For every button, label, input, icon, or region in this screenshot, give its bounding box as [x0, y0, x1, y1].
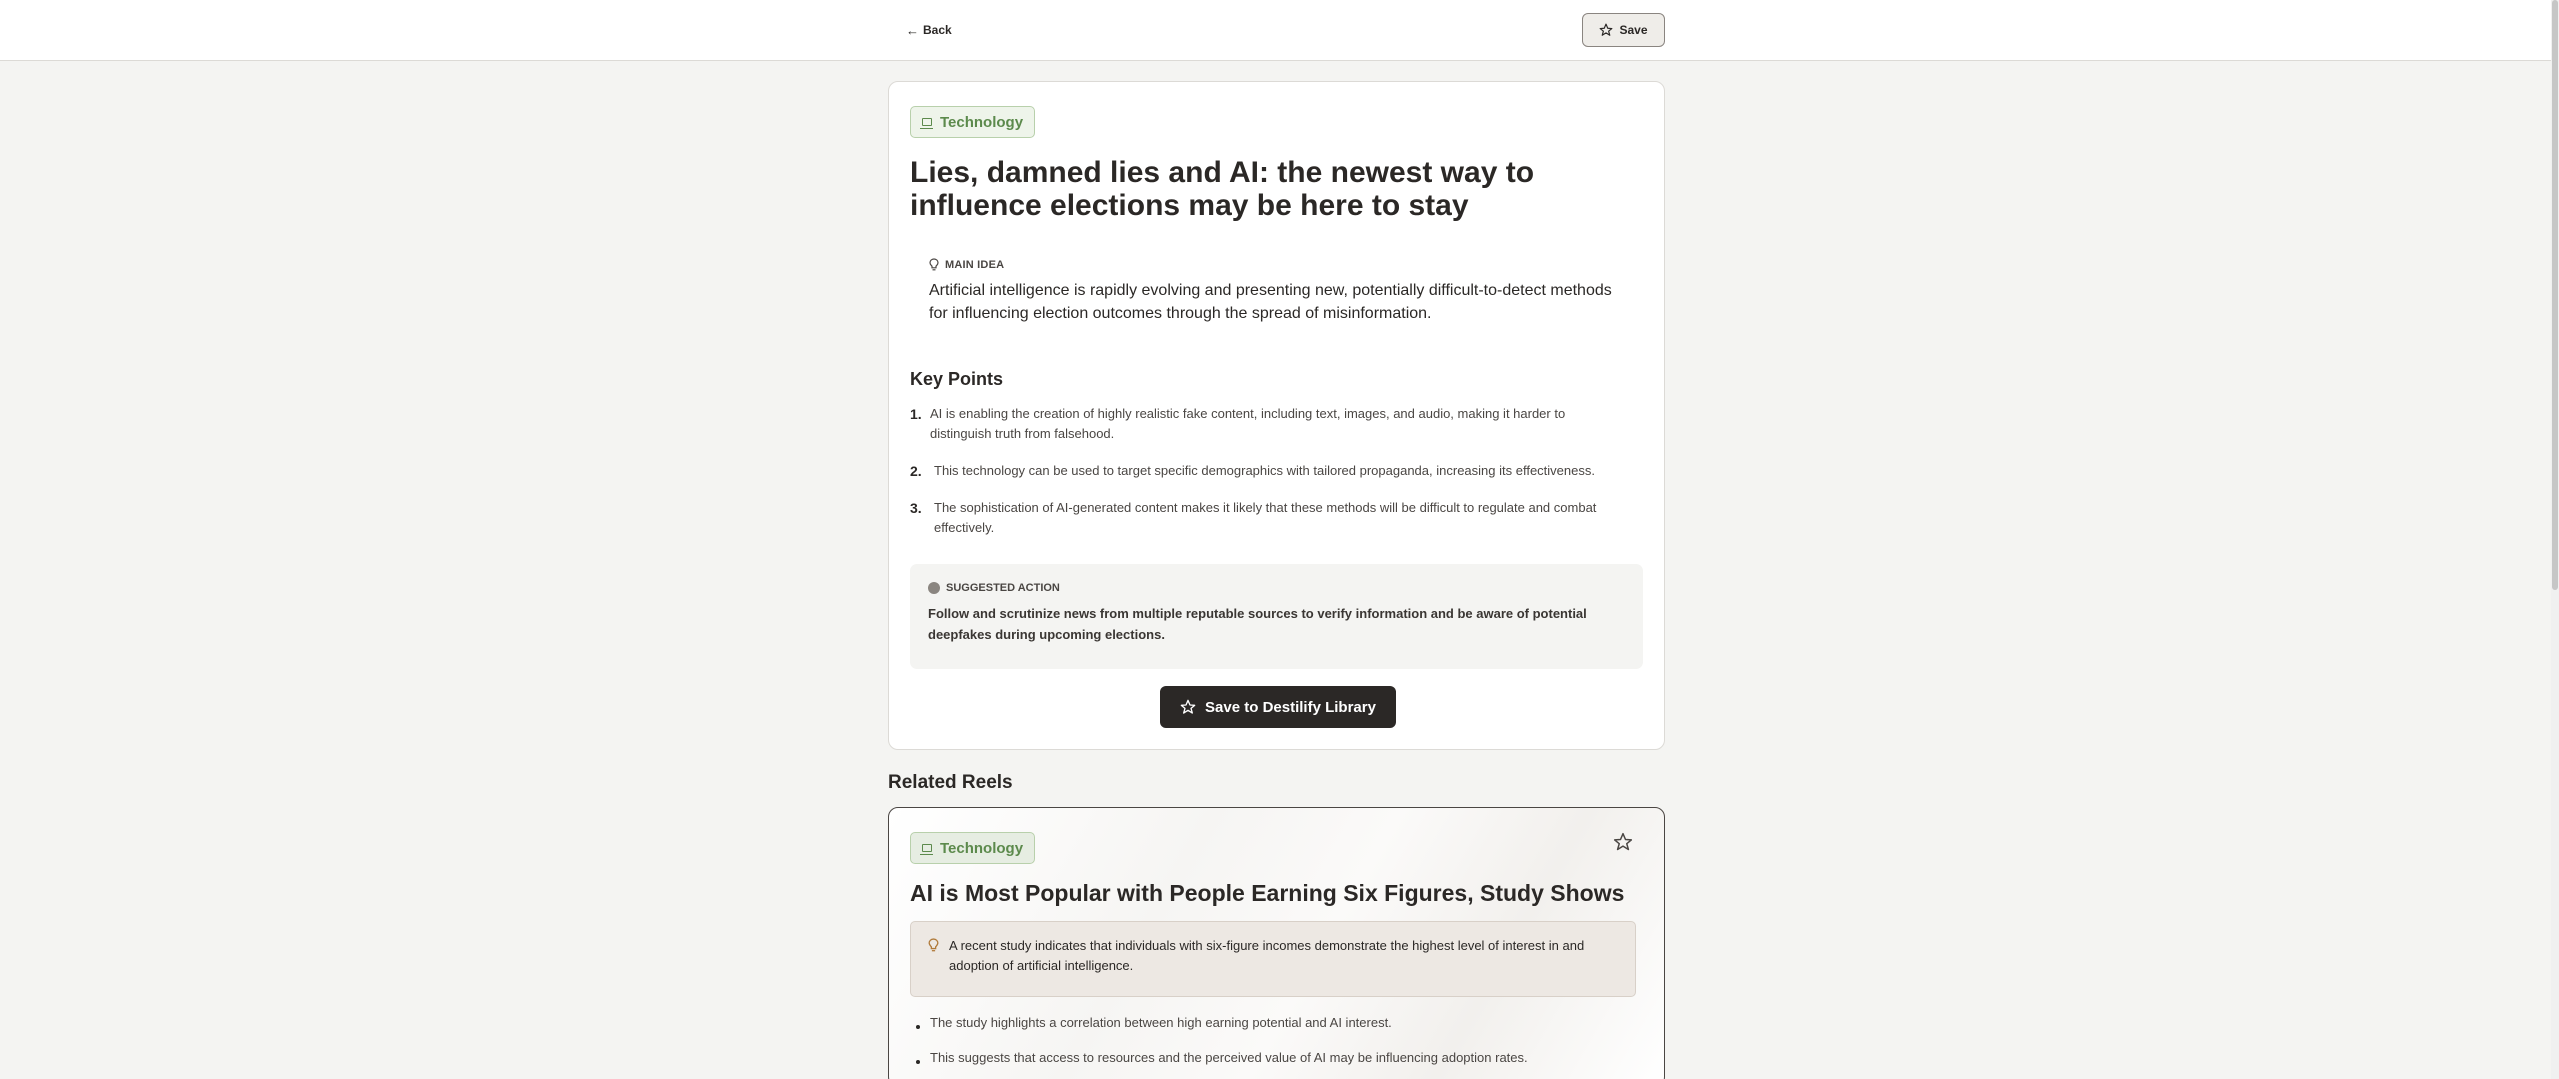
key-points-heading: Key Points [910, 369, 1004, 389]
key-point: 1. AI is enabling the creation of highly… [910, 404, 1650, 444]
reel-point-text: The study highlights a correlation betwe… [930, 1015, 1392, 1030]
suggested-action-text: Follow and scrutinize news from multiple… [928, 606, 1587, 642]
reel-point-text: This suggests that access to resources a… [930, 1050, 1528, 1065]
category-badge: Technology [910, 106, 1036, 138]
save-to-library-button[interactable]: Save to Destilify Library [1160, 686, 1396, 728]
page-scrollbar[interactable] [2551, 0, 2559, 1079]
list-item: The study highlights a correlation betwe… [916, 1013, 1392, 1033]
star-icon [1180, 699, 1196, 714]
key-point-text: This technology can be used to target sp… [934, 463, 1595, 478]
key-point: 3. The sophistication of AI-generated co… [910, 498, 1650, 538]
list-item: This suggests that access to resources a… [916, 1048, 1528, 1068]
laptop-icon [920, 844, 933, 855]
key-point-text: AI is enabling the creation of highly re… [930, 406, 1566, 441]
main-idea-heading: MAIN IDEA [929, 258, 1004, 271]
save-label: Save [1619, 23, 1648, 37]
save-button[interactable]: Save [1582, 13, 1665, 47]
article-title: Lies, damned lies and AI: the newest way… [910, 156, 1535, 222]
main-idea-text: Artificial intelligence is rapidly evolv… [929, 282, 1612, 322]
star-icon[interactable] [1613, 832, 1633, 852]
lightbulb-icon [929, 258, 939, 271]
key-point-number: 1. [910, 406, 922, 422]
star-icon [1600, 23, 1613, 36]
category-label: Technology [940, 839, 1024, 857]
suggested-action-heading: SUGGESTED ACTION [928, 582, 1060, 594]
suggested-action-box: SUGGESTED ACTION Follow and scrutinize n… [910, 564, 1643, 669]
article-card: Technology Lies, damned lies and AI: the… [888, 81, 1665, 750]
key-point-number: 3. [910, 500, 922, 516]
related-reel-card[interactable]: Technology AI is Most Popular with Peopl… [888, 807, 1665, 1079]
category-label: Technology [940, 113, 1024, 131]
reel-title[interactable]: AI is Most Popular with People Earning S… [910, 880, 1650, 907]
lightbulb-icon [928, 938, 939, 952]
circle-icon [928, 582, 940, 594]
back-label: Back [923, 23, 952, 37]
key-point: 2. This technology can be used to target… [910, 461, 1650, 481]
category-badge: Technology [910, 832, 1036, 864]
bullet-icon [916, 1025, 920, 1029]
main-idea-label: MAIN IDEA [945, 258, 1005, 271]
suggested-action-label: SUGGESTED ACTION [946, 582, 1060, 594]
bullet-icon [916, 1060, 920, 1064]
reel-summary-box: A recent study indicates that individual… [910, 921, 1636, 997]
laptop-icon [920, 118, 933, 129]
save-to-library-label: Save to Destilify Library [1205, 698, 1376, 716]
key-point-number: 2. [910, 463, 922, 479]
related-reels-heading: Related Reels [888, 772, 1013, 793]
top-bar: ← Back Save [0, 0, 2551, 61]
scrollbar-thumb[interactable] [2552, 0, 2558, 590]
arrow-left-icon: ← [906, 22, 919, 38]
reel-summary-text: A recent study indicates that individual… [949, 938, 1585, 973]
back-button[interactable]: ← Back [906, 20, 952, 40]
key-point-text: The sophistication of AI-generated conte… [934, 500, 1597, 535]
